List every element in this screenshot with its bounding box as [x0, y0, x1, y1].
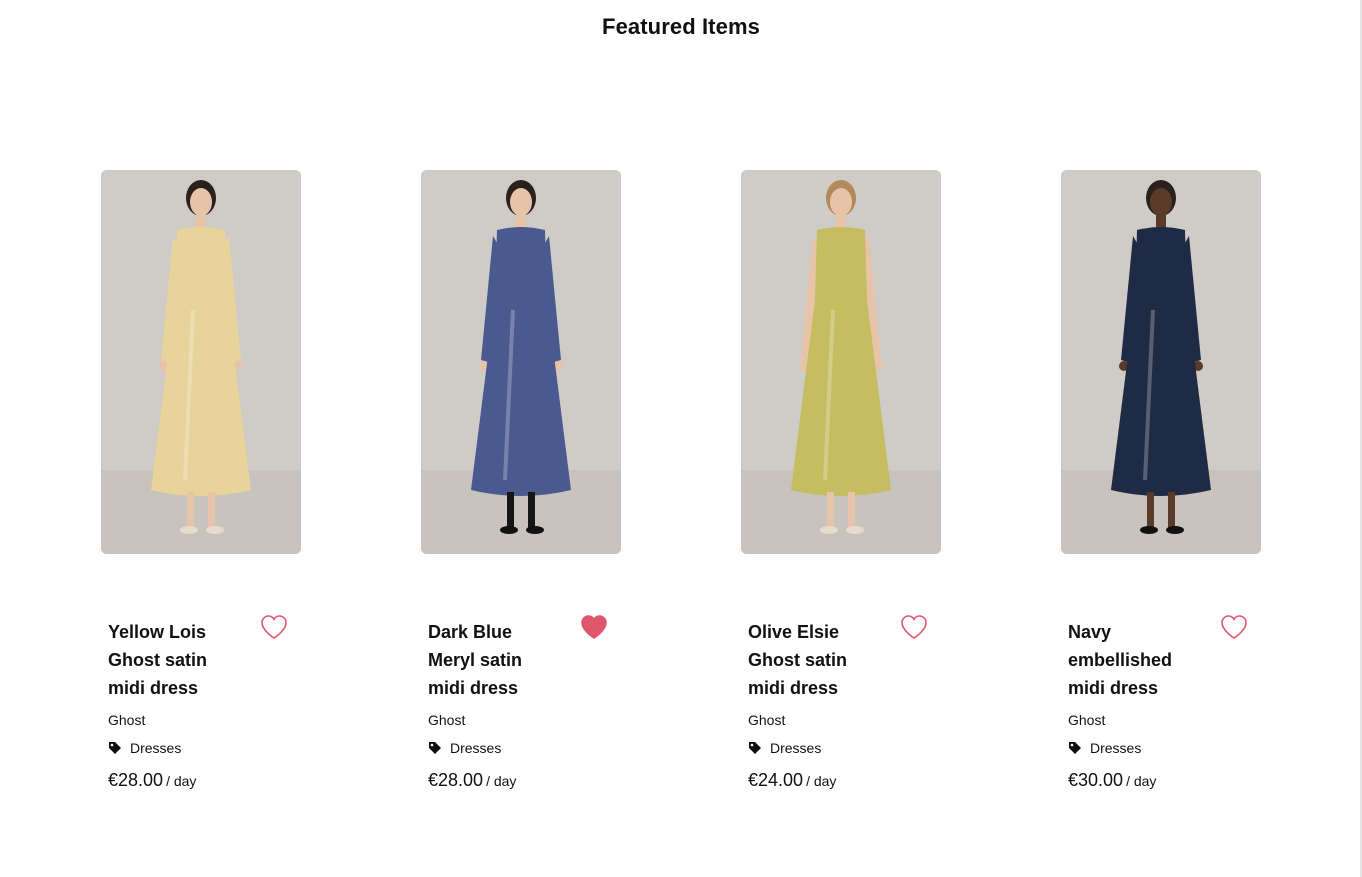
product-category: Dresses [108, 740, 181, 756]
photo-model-olive-satin-dress[interactable] [741, 170, 941, 554]
favorite-heart-icon[interactable] [1220, 614, 1248, 640]
product-name[interactable]: Olive Elsie Ghost satin midi dress [748, 618, 878, 702]
product-card[interactable]: Dark Blue Meryl satin midi dress Ghost D… [421, 170, 621, 810]
product-card[interactable]: Olive Elsie Ghost satin midi dress Ghost… [741, 170, 941, 810]
photo-model-dark-blue-satin-dress[interactable] [421, 170, 621, 554]
page-title: Featured Items [602, 14, 760, 39]
product-card[interactable]: Yellow Lois Ghost satin midi dress Ghost… [101, 170, 301, 810]
product-price: €24.00/ day [748, 770, 836, 791]
product-price: €28.00/ day [108, 770, 196, 791]
tag-icon [1068, 741, 1082, 755]
price-amount: €30.00 [1068, 770, 1124, 790]
product-card[interactable]: Navy embellished midi dress Ghost Dresse… [1061, 170, 1261, 810]
price-unit: / day [486, 773, 517, 789]
price-amount: €24.00 [748, 770, 804, 790]
tag-icon [748, 741, 762, 755]
product-category: Dresses [748, 740, 821, 756]
product-name[interactable]: Yellow Lois Ghost satin midi dress [108, 618, 238, 702]
product-price: €28.00/ day [428, 770, 516, 791]
tag-icon [428, 741, 442, 755]
price-unit: / day [806, 773, 837, 789]
category-label: Dresses [130, 740, 182, 756]
category-label: Dresses [1090, 740, 1142, 756]
favorite-heart-icon[interactable] [260, 614, 288, 640]
price-amount: €28.00 [428, 770, 484, 790]
product-name[interactable]: Dark Blue Meryl satin midi dress [428, 618, 558, 702]
product-category: Dresses [428, 740, 501, 756]
category-label: Dresses [450, 740, 502, 756]
product-brand: Ghost [428, 712, 466, 728]
photo-model-yellow-satin-dress[interactable] [101, 170, 301, 554]
product-category: Dresses [1068, 740, 1141, 756]
product-brand: Ghost [1068, 712, 1106, 728]
favorite-heart-icon[interactable] [900, 614, 928, 640]
product-name[interactable]: Navy embellished midi dress [1068, 618, 1198, 702]
product-grid: Yellow Lois Ghost satin midi dress Ghost… [101, 170, 1261, 810]
category-label: Dresses [770, 740, 822, 756]
product-price: €30.00/ day [1068, 770, 1156, 791]
favorite-heart-icon[interactable] [580, 614, 608, 640]
price-unit: / day [166, 773, 197, 789]
tag-icon [108, 741, 122, 755]
product-brand: Ghost [108, 712, 146, 728]
price-amount: €28.00 [108, 770, 164, 790]
price-unit: / day [1126, 773, 1157, 789]
photo-model-navy-embellished-dress[interactable] [1061, 170, 1261, 554]
product-brand: Ghost [748, 712, 786, 728]
